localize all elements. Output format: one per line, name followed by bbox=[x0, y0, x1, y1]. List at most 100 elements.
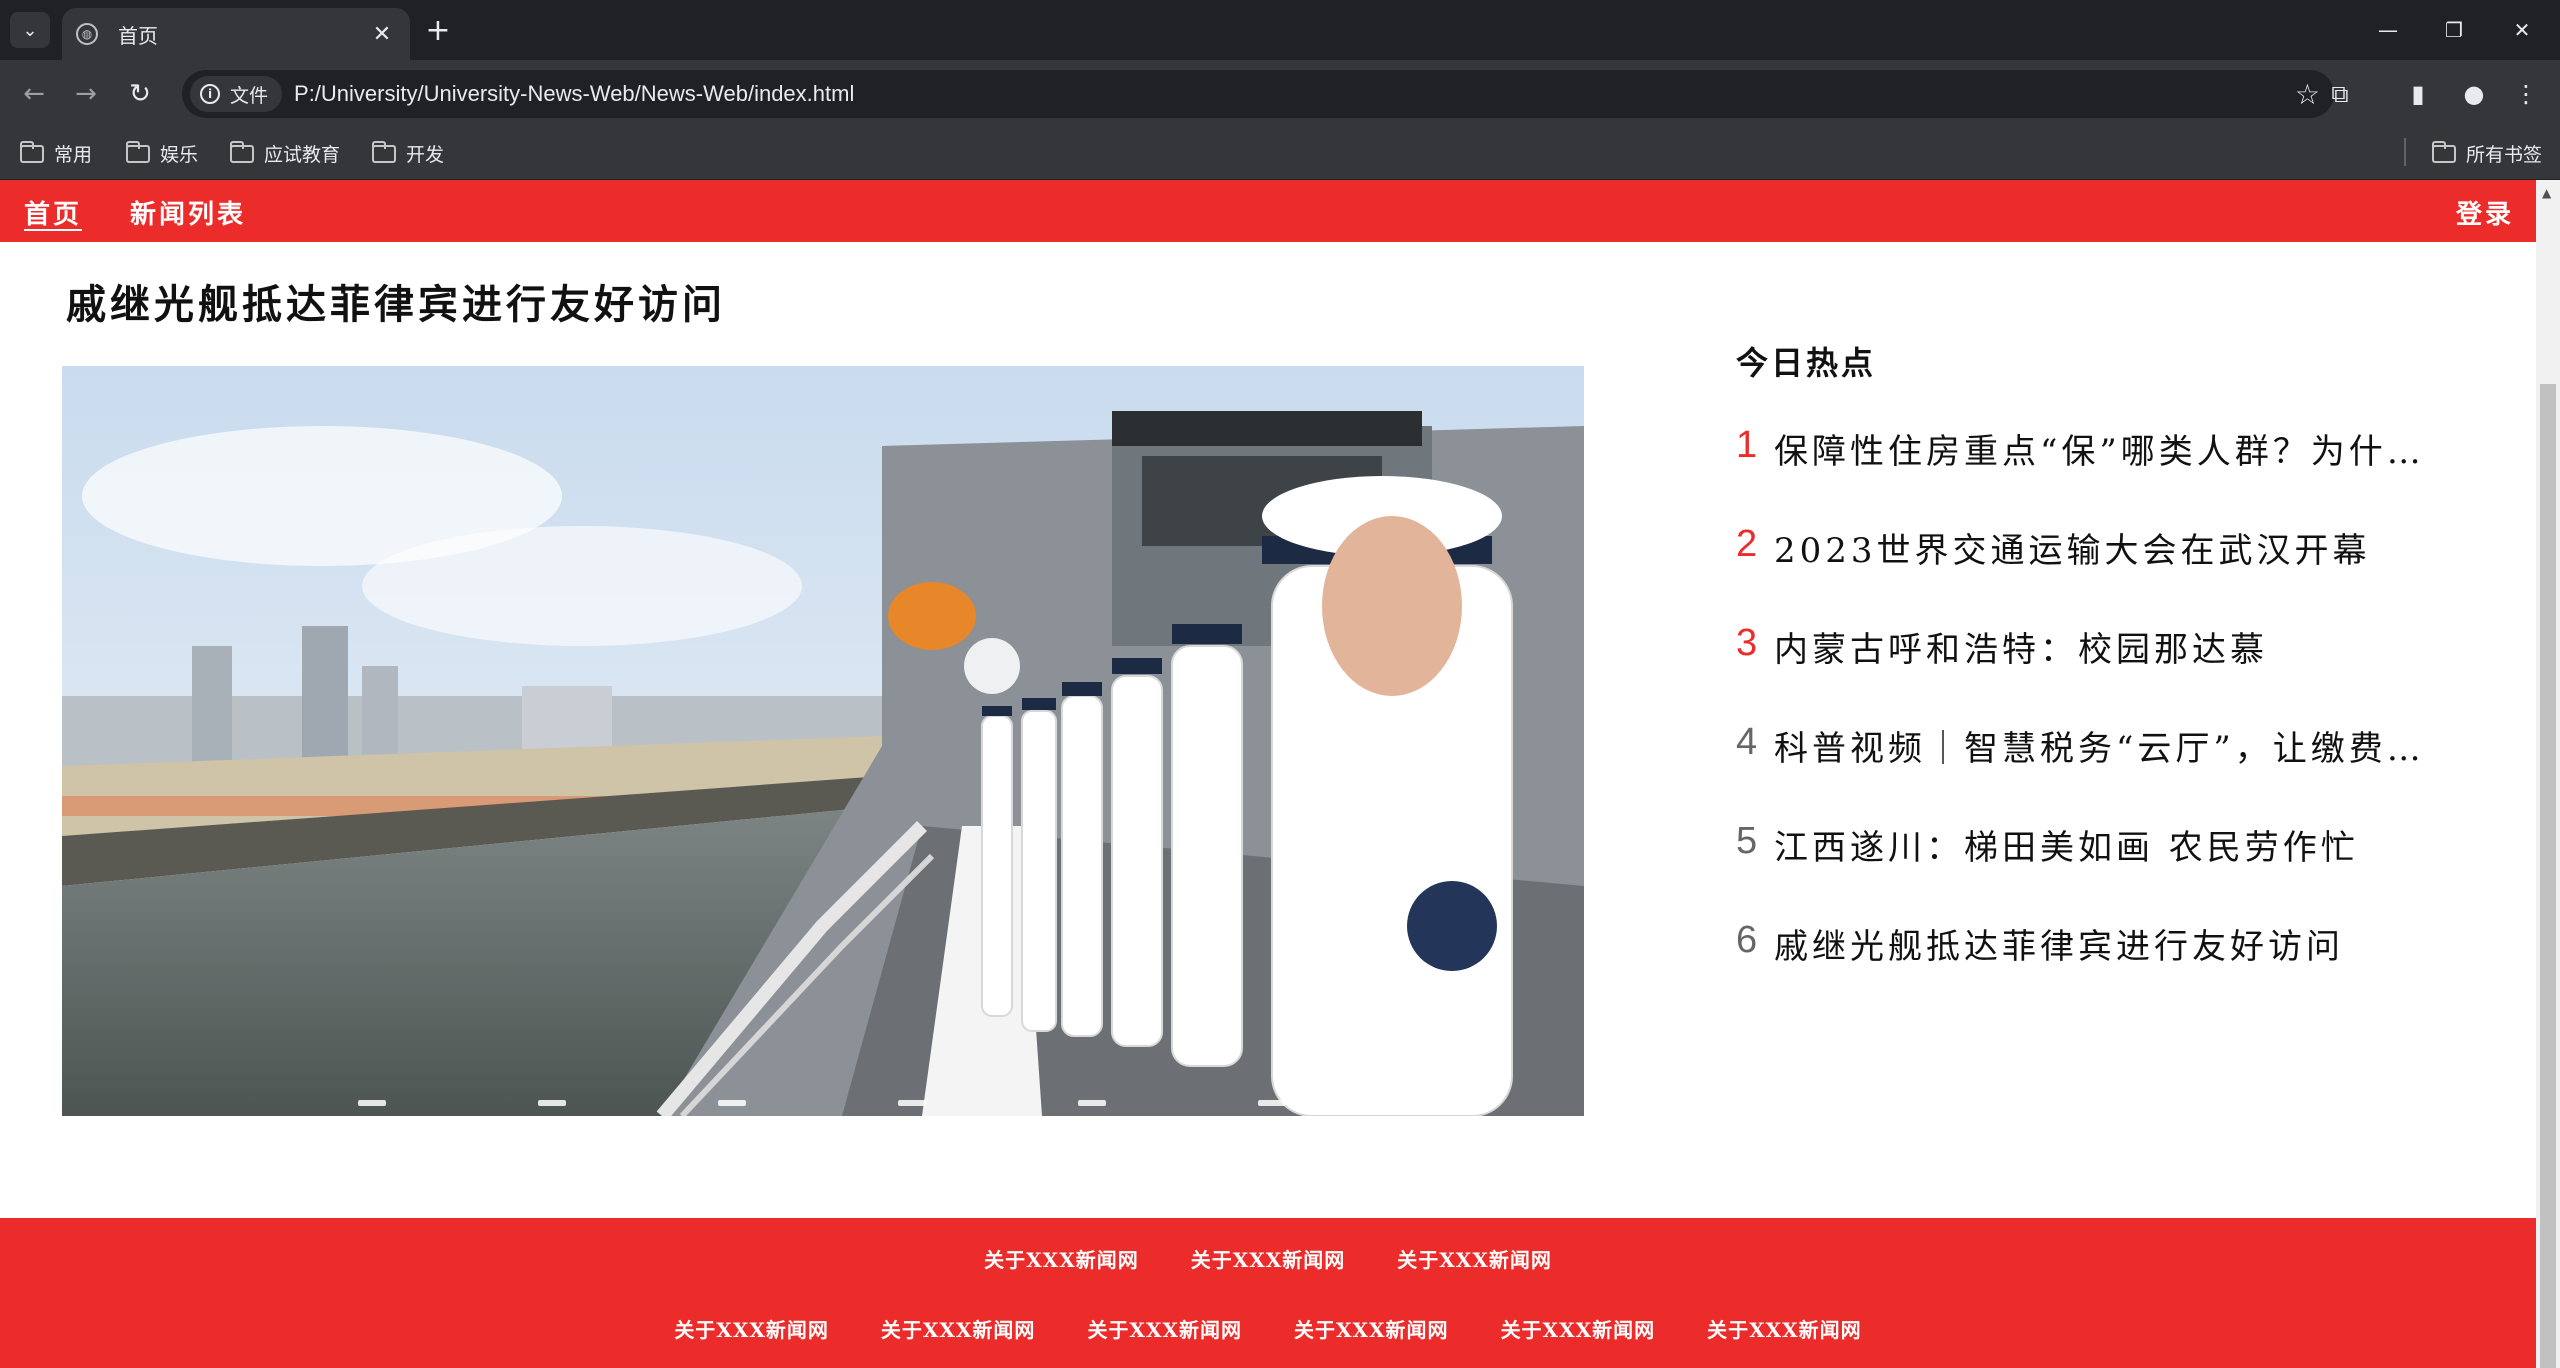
nav-news-list-link[interactable]: 新闻列表 bbox=[130, 194, 246, 231]
page-viewport: 首页 新闻列表 登录 戚继光舰抵达菲律宾进行友好访问 今日热点 1 保障性住房重… bbox=[0, 180, 2536, 1368]
bookmark-folder[interactable]: 娱乐 bbox=[126, 140, 198, 167]
hot-news-link[interactable]: 江西遂川：梯田美如画 农民劳作忙 bbox=[1774, 820, 2359, 869]
carousel-indicators bbox=[62, 366, 1584, 1116]
hot-rank: 4 bbox=[1736, 721, 1762, 763]
bookmark-folder[interactable]: 常用 bbox=[20, 140, 92, 167]
menu-button[interactable]: ⋮ bbox=[2506, 74, 2546, 114]
carousel-dot[interactable] bbox=[1078, 1100, 1106, 1106]
hot-news-link[interactable]: 戚继光舰抵达菲律宾进行友好访问 bbox=[1774, 919, 2344, 968]
more-icon: ⋮ bbox=[2514, 80, 2538, 108]
forward-icon: → bbox=[75, 79, 97, 109]
carousel-dot[interactable] bbox=[718, 1100, 746, 1106]
scrollbar-thumb[interactable] bbox=[2540, 384, 2556, 1368]
carousel-dot[interactable] bbox=[898, 1100, 926, 1106]
carousel-dot[interactable] bbox=[1258, 1100, 1286, 1106]
all-bookmarks-label: 所有书签 bbox=[2466, 144, 2543, 166]
list-item[interactable]: 2 2023世界交通运输大会在武汉开幕 bbox=[1736, 523, 2436, 622]
footer-link[interactable]: 关于XXX新闻网 bbox=[1397, 1244, 1552, 1273]
tab-search-button[interactable]: ⌄ bbox=[10, 12, 50, 48]
star-icon[interactable]: ☆ bbox=[2295, 78, 2320, 111]
browser-toolbar: ← → ↻ i 文件 P:/University/University-News… bbox=[0, 60, 2560, 126]
folder-icon bbox=[230, 140, 254, 163]
list-item[interactable]: 4 科普视频｜智慧税务“云厅”，让缴费人办税更便捷 bbox=[1736, 721, 2436, 820]
folder-icon bbox=[372, 140, 396, 163]
site-footer: 关于XXX新闻网 关于XXX新闻网 关于XXX新闻网 关于XXX新闻网 关于XX… bbox=[0, 1218, 2536, 1368]
profile-button[interactable]: ● bbox=[2454, 74, 2494, 114]
list-item[interactable]: 3 内蒙古呼和浩特：校园那达慕 bbox=[1736, 622, 2436, 721]
footer-link[interactable]: 关于XXX新闻网 bbox=[881, 1314, 1036, 1343]
footer-link[interactable]: 关于XXX新闻网 bbox=[1707, 1314, 1862, 1343]
bookmark-label: 应试教育 bbox=[264, 144, 341, 166]
address-bar[interactable]: i 文件 P:/University/University-News-Web/N… bbox=[182, 70, 2334, 118]
sidepanel-icon: ▮ bbox=[2411, 80, 2425, 108]
hot-rank: 6 bbox=[1736, 919, 1762, 961]
bookmarks-bar: 常用 娱乐 应试教育 开发 所有书签 bbox=[0, 126, 2560, 180]
window-close-button[interactable]: ✕ bbox=[2492, 10, 2552, 50]
close-icon[interactable]: ✕ bbox=[368, 22, 396, 47]
hot-news-link[interactable]: 内蒙古呼和浩特：校园那达慕 bbox=[1774, 622, 2268, 671]
new-tab-button[interactable]: + bbox=[418, 12, 458, 48]
tab-title: 首页 bbox=[118, 23, 158, 48]
hot-rank: 1 bbox=[1736, 424, 1762, 466]
folder-icon bbox=[20, 140, 44, 163]
extensions-icon: ⧉ bbox=[2331, 80, 2349, 108]
folder-icon bbox=[2432, 140, 2456, 163]
nav-home-link[interactable]: 首页 bbox=[24, 194, 82, 231]
hot-rank: 3 bbox=[1736, 622, 1762, 664]
footer-row: 关于XXX新闻网 关于XXX新闻网 关于XXX新闻网 关于XXX新闻网 关于XX… bbox=[0, 1314, 2536, 1343]
side-panel-button[interactable]: ▮ bbox=[2398, 74, 2438, 114]
reload-icon: ↻ bbox=[129, 79, 151, 109]
hot-news-link[interactable]: 保障性住房重点“保”哪类人群？为什么要推进保障性住房建设 bbox=[1774, 424, 2434, 473]
hot-news-list: 1 保障性住房重点“保”哪类人群？为什么要推进保障性住房建设 2 2023世界交通运… bbox=[1736, 424, 2436, 1018]
reload-button[interactable]: ↻ bbox=[120, 74, 160, 114]
footer-link[interactable]: 关于XXX新闻网 bbox=[1191, 1244, 1346, 1273]
restore-button[interactable]: ❐ bbox=[2424, 10, 2484, 50]
plus-icon: + bbox=[425, 12, 451, 48]
back-icon: ← bbox=[23, 79, 45, 109]
hot-rank: 2 bbox=[1736, 523, 1762, 565]
back-button[interactable]: ← bbox=[14, 74, 54, 114]
info-icon: i bbox=[200, 84, 220, 104]
footer-link[interactable]: 关于XXX新闻网 bbox=[1294, 1314, 1449, 1343]
tab-active[interactable]: ◍ 首页 ✕ bbox=[62, 8, 410, 60]
footer-link[interactable]: 关于XXX新闻网 bbox=[674, 1314, 829, 1343]
hot-rank: 5 bbox=[1736, 820, 1762, 862]
all-bookmarks-button[interactable]: 所有书签 bbox=[2432, 140, 2542, 167]
hot-news-link[interactable]: 科普视频｜智慧税务“云厅”，让缴费人办税更便捷 bbox=[1774, 721, 2434, 770]
url-text[interactable]: P:/University/University-News-Web/News-W… bbox=[294, 81, 854, 107]
bookmarks-divider bbox=[2404, 138, 2406, 166]
chevron-down-icon: ⌄ bbox=[22, 19, 38, 41]
minimize-icon: — bbox=[2378, 18, 2398, 42]
extensions-button[interactable]: ⧉ bbox=[2320, 74, 2360, 114]
scroll-up-icon[interactable]: ▲ bbox=[2542, 186, 2551, 200]
restore-icon: ❐ bbox=[2445, 18, 2463, 42]
minimize-button[interactable]: — bbox=[2358, 10, 2418, 50]
tab-strip: ⌄ ◍ 首页 ✕ + — ❐ ✕ bbox=[0, 0, 2560, 60]
footer-row: 关于XXX新闻网 关于XXX新闻网 关于XXX新闻网 bbox=[0, 1244, 2536, 1273]
bookmark-label: 娱乐 bbox=[160, 144, 199, 166]
bookmark-folder[interactable]: 应试教育 bbox=[230, 140, 340, 167]
hot-news-link[interactable]: 2023世界交通运输大会在武汉开幕 bbox=[1774, 523, 2371, 572]
carousel-dot[interactable] bbox=[358, 1100, 386, 1106]
carousel-dot[interactable] bbox=[538, 1100, 566, 1106]
globe-icon: ◍ bbox=[76, 23, 98, 45]
hot-news-title: 今日热点 bbox=[1736, 344, 1877, 382]
list-item[interactable]: 6 戚继光舰抵达菲律宾进行友好访问 bbox=[1736, 919, 2436, 1018]
forward-button[interactable]: → bbox=[66, 74, 106, 114]
footer-link[interactable]: 关于XXX新闻网 bbox=[984, 1244, 1139, 1273]
list-item[interactable]: 1 保障性住房重点“保”哪类人群？为什么要推进保障性住房建设 bbox=[1736, 424, 2436, 523]
footer-link[interactable]: 关于XXX新闻网 bbox=[1501, 1314, 1656, 1343]
nav-login-link[interactable]: 登录 bbox=[2456, 194, 2514, 231]
list-item[interactable]: 5 江西遂川：梯田美如画 农民劳作忙 bbox=[1736, 820, 2436, 919]
site-chip-label: 文件 bbox=[230, 84, 269, 107]
bookmark-folder[interactable]: 开发 bbox=[372, 140, 444, 167]
site-nav: 首页 新闻列表 登录 bbox=[0, 180, 2536, 242]
news-carousel[interactable] bbox=[62, 366, 1584, 1116]
profile-icon: ● bbox=[2463, 80, 2485, 108]
bookmark-label: 常用 bbox=[54, 144, 93, 166]
page-title[interactable]: 戚继光舰抵达菲律宾进行友好访问 bbox=[66, 272, 726, 330]
footer-link[interactable]: 关于XXX新闻网 bbox=[1087, 1314, 1242, 1343]
site-info-chip[interactable]: i 文件 bbox=[190, 76, 283, 112]
window-close-icon: ✕ bbox=[2513, 18, 2531, 42]
bookmark-label: 开发 bbox=[406, 144, 445, 166]
